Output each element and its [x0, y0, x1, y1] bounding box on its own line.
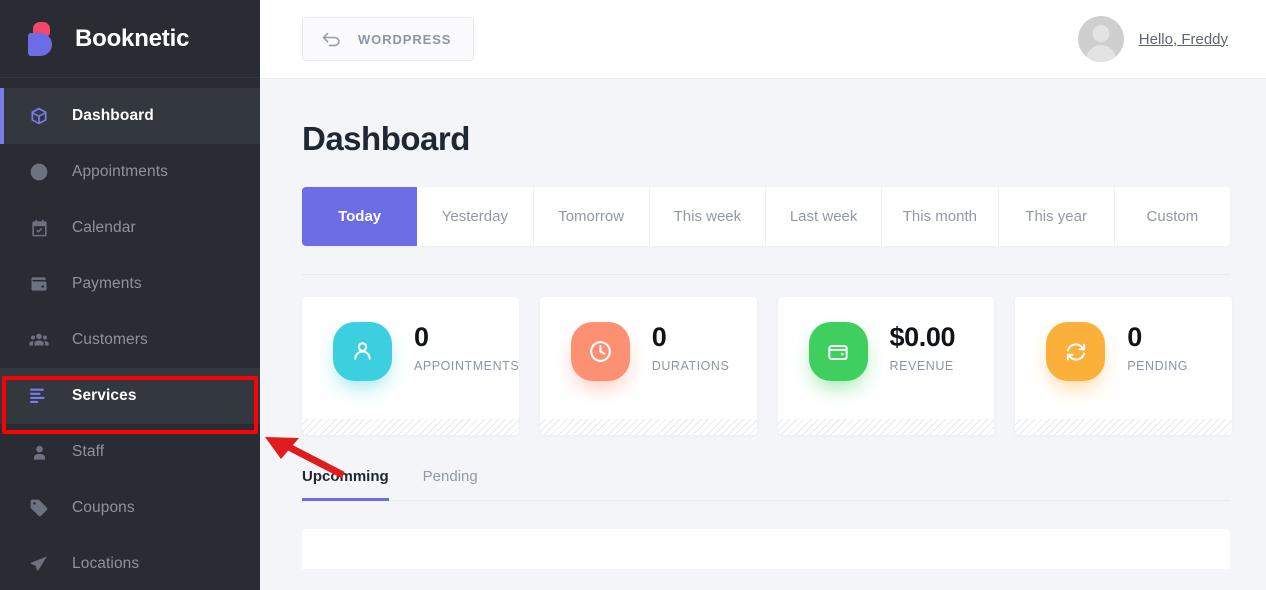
content: Dashboard Today Yesterday Tomorrow This … [260, 120, 1266, 569]
sidebar-item-label: Calendar [72, 219, 136, 236]
stat-value: 0 [1127, 322, 1142, 352]
stat-card-durations[interactable]: 0 DURATIONS [539, 297, 757, 435]
stat-label: REVENUE [889, 359, 954, 374]
stat-label: DURATIONS [651, 359, 730, 374]
sidebar-item-staff[interactable]: Staff [0, 424, 260, 480]
filter-tab-this-month[interactable]: This month [882, 187, 999, 246]
stat-label: APPOINTMENTS [414, 359, 519, 374]
filter-tab-last-week[interactable]: Last week [766, 187, 883, 246]
brand-header: Booknetic [0, 0, 260, 78]
tab-pending[interactable]: Pending [423, 468, 478, 501]
page-title: Dashboard [302, 120, 470, 157]
back-arrow-icon [321, 30, 343, 48]
clock-icon [28, 161, 50, 183]
sidebar-item-label: Staff [72, 443, 105, 460]
card-stripe-decor [539, 419, 757, 435]
send-icon [28, 553, 50, 575]
tab-upcomming[interactable]: Upcomming [302, 468, 389, 501]
card-stripe-decor [1015, 419, 1232, 435]
sidebar-item-customers[interactable]: Customers [0, 312, 260, 368]
card-stripe-decor [302, 419, 519, 435]
person-icon [28, 441, 50, 463]
section-divider [302, 274, 1230, 275]
sidebar-item-payments[interactable]: Payments [0, 256, 260, 312]
sidebar-item-calendar[interactable]: Calendar [0, 200, 260, 256]
sidebar-item-locations[interactable]: Locations [0, 536, 260, 590]
user-greeting-link[interactable]: Hello, Freddy [1139, 31, 1228, 48]
stat-value: 0 [651, 322, 667, 352]
wallet-icon [28, 273, 50, 295]
appointment-sub-tabs: Upcomming Pending [302, 467, 1230, 501]
filter-tab-today[interactable]: Today [302, 187, 418, 246]
topbar: WORDPRESS Hello, Freddy [260, 0, 1266, 79]
users-icon [28, 329, 50, 351]
avatar [1077, 16, 1124, 62]
date-filter-tabs: Today Yesterday Tomorrow This week Last … [302, 187, 1230, 246]
stat-value: $0.00 [889, 322, 956, 352]
cube-icon [28, 105, 50, 127]
brand-name: Booknetic [75, 24, 190, 52]
filter-tab-this-week[interactable]: This week [650, 187, 766, 246]
sidebar-item-dashboard[interactable]: Dashboard [0, 88, 260, 144]
filter-tab-yesterday[interactable]: Yesterday [417, 187, 534, 246]
clock-icon [570, 322, 630, 381]
card-stripe-decor [777, 419, 995, 435]
sidebar-item-services[interactable]: Services [0, 368, 260, 424]
main-area: WORDPRESS Hello, Freddy Dashboard Today … [260, 0, 1266, 590]
stat-card-revenue[interactable]: $0.00 REVENUE [777, 297, 995, 435]
filter-tab-custom[interactable]: Custom [1115, 187, 1230, 246]
person-icon [333, 322, 392, 381]
stat-value: 0 [414, 322, 429, 352]
sidebar-item-label: Appointments [72, 163, 168, 180]
sidebar-item-label: Customers [72, 331, 148, 348]
sidebar-item-appointments[interactable]: Appointments [0, 144, 260, 200]
appointments-list-panel [302, 529, 1230, 569]
sidebar-item-label: Services [72, 387, 137, 404]
wallet-icon [808, 322, 868, 381]
stat-cards: 0 APPOINTMENTS 0 DURATIONS $0.00 REVENUE… [302, 297, 1232, 435]
app-root: Booknetic Dashboard Appointments Calenda [0, 0, 1266, 590]
sidebar-item-label: Locations [72, 555, 140, 572]
refresh-icon [1046, 322, 1106, 381]
sidebar: Booknetic Dashboard Appointments Calenda [0, 0, 260, 590]
sidebar-item-label: Payments [72, 275, 142, 292]
wordpress-button-label: WORDPRESS [358, 31, 452, 47]
sidebar-item-coupons[interactable]: Coupons [0, 480, 260, 536]
user-area[interactable]: Hello, Freddy [1077, 16, 1228, 62]
sidebar-nav: Dashboard Appointments Calendar Payments [0, 78, 260, 590]
calendar-icon [28, 217, 50, 239]
sidebar-item-label: Coupons [72, 499, 135, 516]
booknetic-b-logo-icon [28, 21, 58, 56]
filter-tab-this-year[interactable]: This year [999, 187, 1115, 246]
stat-card-appointments[interactable]: 0 APPOINTMENTS [302, 297, 519, 435]
filter-tab-tomorrow[interactable]: Tomorrow [534, 187, 650, 246]
tag-icon [28, 497, 50, 519]
list-lines-icon [28, 385, 50, 407]
sidebar-item-label: Dashboard [72, 107, 154, 124]
stat-card-pending[interactable]: 0 PENDING [1015, 297, 1232, 435]
stat-label: PENDING [1127, 359, 1189, 374]
wordpress-button[interactable]: WORDPRESS [302, 17, 475, 61]
